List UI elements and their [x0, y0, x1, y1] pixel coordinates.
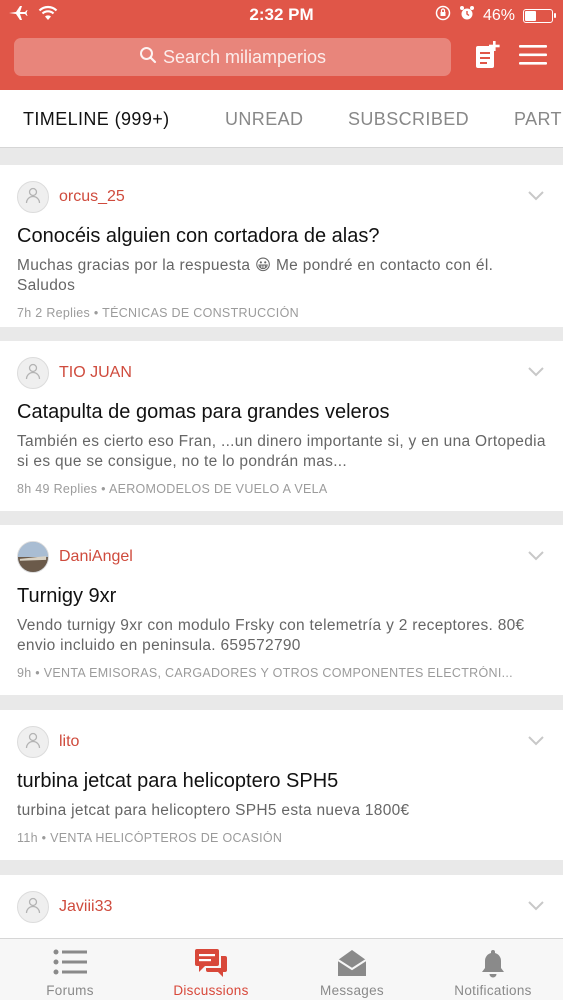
post-author[interactable]: orcus_25	[59, 188, 125, 206]
new-topic-button[interactable]	[470, 40, 504, 74]
post-forum[interactable]: VENTA HELICÓPTEROS DE OCASIÓN	[50, 831, 282, 845]
default-user-icon	[24, 186, 42, 209]
alarm-icon	[459, 5, 475, 26]
post-excerpt: También es cierto eso Fran, ...un dinero…	[17, 433, 546, 470]
avatar[interactable]	[17, 726, 49, 758]
avatar[interactable]	[17, 181, 49, 213]
post-author[interactable]: lito	[59, 733, 79, 751]
post-time: 7h	[17, 306, 32, 320]
tab-subscribed[interactable]: SUBSCRIBED	[348, 109, 469, 130]
envelope-icon	[336, 948, 368, 983]
nav-messages[interactable]: Messages	[282, 939, 422, 1000]
search-icon	[139, 46, 157, 69]
hamburger-menu-icon	[519, 44, 547, 71]
chevron-down-icon[interactable]	[528, 736, 544, 746]
post-excerpt: Vendo turnigy 9xr con modulo Frsky con t…	[17, 617, 525, 654]
post-meta: 11h • VENTA HELICÓPTEROS DE OCASIÓN	[17, 831, 547, 845]
discussion-card[interactable]: lito turbina jetcat para helicoptero SPH…	[0, 710, 563, 860]
post-meta: 8h 49 Replies • AEROMODELOS DE VUELO A V…	[17, 482, 547, 496]
default-user-icon	[24, 896, 42, 919]
post-time: 9h	[17, 666, 32, 680]
nav-forums-label: Forums	[46, 983, 94, 998]
post-excerpt: Muchas gracias por la respuesta 😀 Me pon…	[17, 257, 494, 294]
post-title[interactable]: Catapulta de gomas para grandes veleros	[17, 401, 389, 424]
post-author[interactable]: DaniAngel	[59, 548, 133, 566]
chevron-down-icon[interactable]	[528, 551, 544, 561]
avatar[interactable]	[17, 541, 49, 573]
tab-unread[interactable]: UNREAD	[225, 109, 303, 130]
meta-separator: •	[41, 831, 47, 845]
battery-percent: 46%	[482, 6, 515, 24]
meta-separator: •	[93, 306, 99, 320]
post-forum[interactable]: TÉCNICAS DE CONSTRUCCIÓN	[102, 306, 299, 320]
discussion-card[interactable]: TIO JUAN Catapulta de gomas para grandes…	[0, 341, 563, 511]
bell-icon	[479, 948, 507, 983]
nav-discussions[interactable]: Discussions	[141, 939, 281, 1000]
avatar[interactable]	[17, 357, 49, 389]
app-header: 2:32 PM 46% Search miliamperios	[0, 0, 563, 90]
search-placeholder: Search miliamperios	[162, 46, 327, 67]
battery-icon	[523, 8, 556, 23]
default-user-icon	[24, 362, 42, 385]
nav-messages-label: Messages	[320, 983, 384, 998]
user-photo	[18, 542, 48, 572]
post-excerpt: turbina jetcat para helicoptero SPH5 est…	[17, 802, 410, 819]
tab-participated[interactable]: PART	[514, 109, 562, 130]
post-time: 8h	[17, 482, 32, 496]
list-icon	[53, 948, 87, 981]
post-author[interactable]: Javiii33	[59, 898, 112, 916]
meta-separator: •	[101, 482, 106, 496]
meta-separator: •	[35, 666, 40, 680]
nav-notifications-label: Notifications	[454, 983, 532, 998]
post-title[interactable]: turbina jetcat para helicoptero SPH5	[17, 770, 338, 793]
chat-bubbles-icon	[194, 948, 228, 983]
post-forum[interactable]: AEROMODELOS DE VUELO A VELA	[109, 482, 328, 496]
default-user-icon	[24, 731, 42, 754]
chevron-down-icon[interactable]	[528, 901, 544, 911]
nav-discussions-label: Discussions	[173, 983, 249, 998]
post-time: 11h	[17, 831, 38, 845]
post-title[interactable]: Conocéis alguien con cortadora de alas?	[17, 225, 379, 248]
orientation-lock-icon	[435, 5, 451, 26]
tab-bar: TIMELINE (999+) UNREAD SUBSCRIBED PART	[0, 90, 563, 148]
nav-forums[interactable]: Forums	[0, 939, 140, 1000]
nav-notifications[interactable]: Notifications	[423, 939, 563, 1000]
post-meta: 9h • VENTA EMISORAS, CARGADORES Y OTROS …	[17, 666, 547, 680]
post-replies: 49 Replies	[35, 482, 98, 496]
post-meta: 7h 2 Replies • TÉCNICAS DE CONSTRUCCIÓN	[17, 306, 547, 320]
post-author[interactable]: TIO JUAN	[59, 364, 132, 382]
post-replies: 2 Replies	[35, 306, 91, 320]
discussion-card[interactable]: DaniAngel Turnigy 9xr Vendo turnigy 9xr …	[0, 525, 563, 695]
status-bar: 2:32 PM 46%	[0, 0, 563, 30]
discussion-card[interactable]: orcus_25 Conocéis alguien con cortadora …	[0, 165, 563, 327]
chevron-down-icon[interactable]	[528, 191, 544, 201]
new-post-icon	[473, 40, 501, 75]
tab-timeline[interactable]: TIMELINE (999+)	[23, 109, 170, 130]
avatar[interactable]	[17, 891, 49, 923]
chevron-down-icon[interactable]	[528, 367, 544, 377]
post-forum[interactable]: VENTA EMISORAS, CARGADORES Y OTROS COMPO…	[44, 666, 513, 680]
search-input[interactable]: Search miliamperios	[14, 38, 451, 76]
menu-button[interactable]	[516, 40, 550, 74]
bottom-tab-bar: Forums Discussions Messages Notification…	[0, 938, 563, 1000]
post-title[interactable]: Turnigy 9xr	[17, 585, 116, 608]
